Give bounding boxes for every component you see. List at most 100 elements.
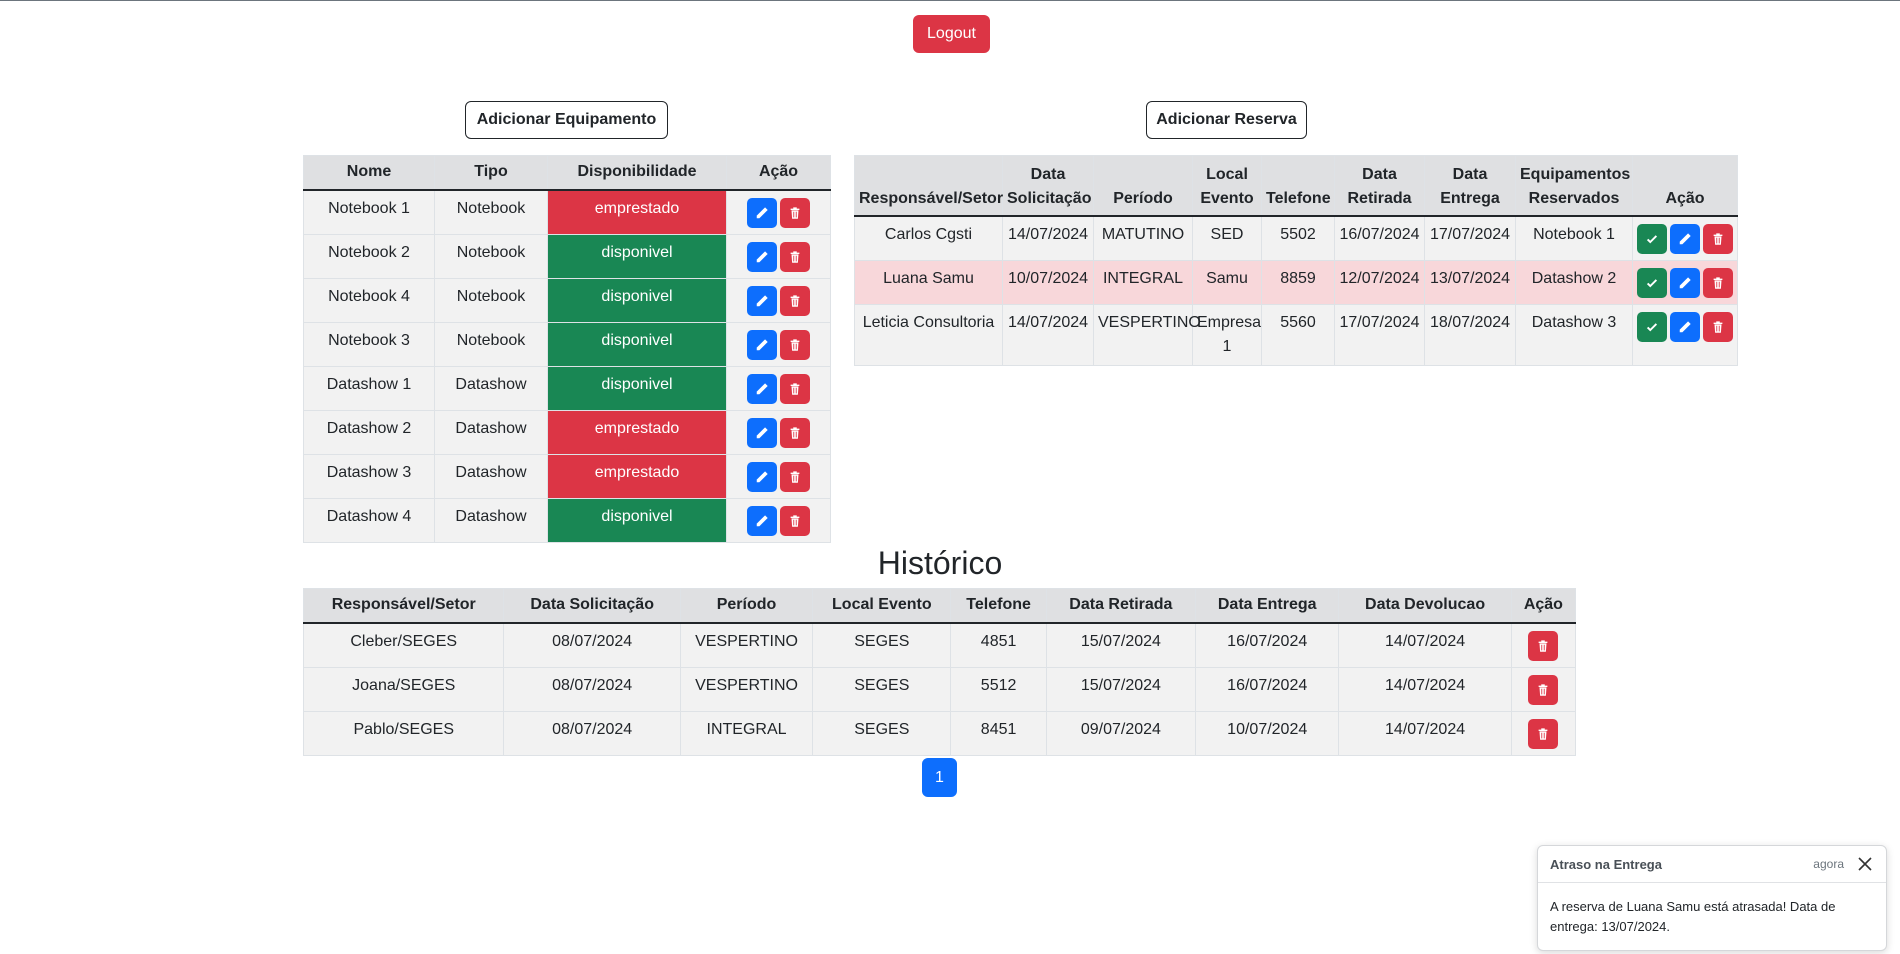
column-header: Nome (303, 155, 435, 191)
toast-title: Atraso na Entrega (1550, 856, 1662, 872)
table-cell: 13/07/2024 (1424, 259, 1516, 305)
delete-button[interactable] (780, 285, 810, 316)
logout-button[interactable]: Logout (913, 15, 990, 53)
delete-button[interactable] (1703, 311, 1733, 342)
check-icon (1645, 232, 1659, 246)
trash-icon (788, 382, 802, 396)
availability-badge: disponivel (547, 233, 727, 279)
delete-button[interactable] (780, 417, 810, 448)
table-cell: 14/07/2024 (1002, 215, 1094, 261)
table-cell: 15/07/2024 (1045, 622, 1197, 668)
delete-button[interactable] (780, 241, 810, 272)
column-header: Ação (1510, 588, 1577, 624)
edit-button[interactable] (1670, 223, 1700, 254)
table-cell: 4851 (950, 622, 1047, 668)
column-header: Local Evento (1192, 155, 1262, 217)
equipment-table: Nome Tipo Disponibilidade Ação Notebook … (303, 155, 831, 543)
table-cell: MATUTINO (1093, 215, 1193, 261)
confirm-button[interactable] (1637, 311, 1667, 342)
pencil-icon (1678, 320, 1692, 334)
table-cell: SEGES (812, 622, 952, 668)
table-cell: Notebook 2 (303, 233, 435, 279)
table-cell: Datashow (434, 497, 548, 543)
trash-icon (1711, 320, 1725, 334)
late-delivery-toast: Atraso na Entrega agora A reserva de Lua… (1537, 845, 1887, 951)
delete-button[interactable] (780, 197, 810, 228)
trash-icon (1711, 276, 1725, 290)
equipment-row: Notebook 1 Notebook emprestado (303, 189, 831, 235)
action-cell (726, 365, 831, 411)
delete-button[interactable] (780, 505, 810, 536)
table-cell: VESPERTINO (679, 666, 814, 712)
add-equipment-button[interactable]: Adicionar Equipamento (465, 101, 668, 139)
trash-icon (1536, 727, 1550, 741)
table-cell: 14/07/2024 (1338, 666, 1512, 712)
availability-badge: emprestado (547, 453, 727, 499)
add-reservation-button[interactable]: Adicionar Reserva (1146, 101, 1307, 139)
table-cell: 18/07/2024 (1424, 303, 1516, 366)
column-header: Responsável/Setor (302, 588, 505, 624)
toast-time: agora (1813, 857, 1844, 871)
edit-button[interactable] (1670, 267, 1700, 298)
delete-button[interactable] (1528, 718, 1559, 749)
edit-button[interactable] (747, 417, 777, 448)
availability-badge: emprestado (547, 189, 727, 235)
table-cell: INTEGRAL (1093, 259, 1193, 305)
trash-icon (788, 294, 802, 308)
delete-button[interactable] (1528, 630, 1559, 661)
delete-button[interactable] (780, 373, 810, 404)
action-cell (726, 497, 831, 543)
table-cell: Empresa 1 (1192, 303, 1262, 366)
close-icon[interactable] (1856, 855, 1874, 873)
edit-button[interactable] (747, 461, 777, 492)
action-cell (726, 233, 831, 279)
action-cell (1510, 622, 1577, 668)
action-cell (726, 453, 831, 499)
delete-button[interactable] (1703, 267, 1733, 298)
edit-button[interactable] (747, 329, 777, 360)
pencil-icon (755, 470, 769, 484)
column-header: Ação (726, 155, 831, 191)
edit-button[interactable] (1670, 311, 1700, 342)
column-header: Data Solicitação (503, 588, 681, 624)
table-cell: 8451 (950, 710, 1047, 756)
toast-header: Atraso na Entrega agora (1538, 846, 1886, 883)
column-header: Data Entrega (1424, 155, 1516, 217)
column-header: Telefone (950, 588, 1047, 624)
trash-icon (788, 338, 802, 352)
delete-button[interactable] (1528, 674, 1559, 705)
edit-button[interactable] (747, 285, 777, 316)
confirm-button[interactable] (1637, 267, 1667, 298)
delete-button[interactable] (780, 329, 810, 360)
trash-icon (1536, 639, 1550, 653)
table-cell: Leticia Consultoria (854, 303, 1003, 366)
table-cell: 5560 (1261, 303, 1335, 366)
edit-button[interactable] (747, 505, 777, 536)
pencil-icon (755, 206, 769, 220)
table-cell: Notebook (434, 277, 548, 323)
edit-button[interactable] (747, 197, 777, 228)
reservation-row: Leticia Consultoria 14/07/2024 VESPERTINO E… (854, 303, 1738, 366)
edit-button[interactable] (747, 241, 777, 272)
table-cell: Datashow 4 (303, 497, 435, 543)
delete-button[interactable] (1703, 223, 1733, 254)
equipment-row: Notebook 4 Notebook disponivel (303, 277, 831, 323)
reservations-table: Responsável/Setor Data Solicitação Perío… (854, 155, 1738, 366)
pencil-icon (755, 426, 769, 440)
table-cell: 14/07/2024 (1338, 622, 1512, 668)
reservations-header-row: Responsável/Setor Data Solicitação Perío… (854, 155, 1738, 217)
trash-icon (1536, 683, 1550, 697)
table-cell: Notebook 4 (303, 277, 435, 323)
table-cell: 09/07/2024 (1045, 710, 1197, 756)
pagination-page-button[interactable]: 1 (922, 758, 957, 797)
equipment-row: Datashow 2 Datashow emprestado (303, 409, 831, 455)
confirm-button[interactable] (1637, 223, 1667, 254)
availability-badge: disponivel (547, 497, 727, 543)
delete-button[interactable] (780, 461, 810, 492)
table-cell: 8859 (1261, 259, 1335, 305)
edit-button[interactable] (747, 373, 777, 404)
pencil-icon (1678, 276, 1692, 290)
table-cell: 08/07/2024 (503, 710, 681, 756)
table-cell: INTEGRAL (679, 710, 814, 756)
table-cell: Joana/SEGES (302, 666, 505, 712)
